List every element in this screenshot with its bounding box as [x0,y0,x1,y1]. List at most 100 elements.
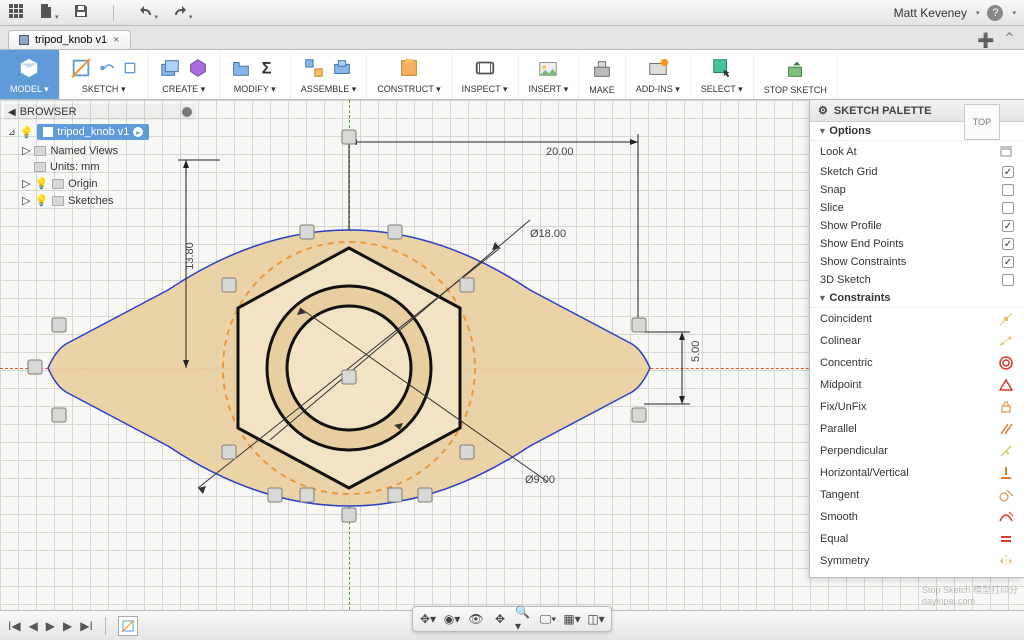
document-tab[interactable]: tripod_knob v1 × [8,30,131,49]
lock-icon [998,399,1014,415]
constraint-smooth[interactable]: Smooth [810,506,1024,528]
smo-icon [998,509,1014,525]
ribbon-insert[interactable]: INSERT ▾ [519,50,580,99]
palette-option-show-profile[interactable]: Show Profile✓ [810,217,1024,235]
ribbon-make[interactable]: MAKE [579,50,626,99]
lookat-icon [998,144,1014,160]
dim-side[interactable]: 5.00 [690,341,702,362]
close-tab-icon[interactable]: × [113,34,119,46]
tl-feature-sketch-icon[interactable] [118,616,138,636]
checkbox-icon[interactable] [1002,274,1014,286]
expand-tabs-icon[interactable]: ➕ [977,32,994,49]
dim-dia-hex[interactable]: Ø18.00 [530,228,566,240]
system-menu-bar: ▾ ▾ ▾ Matt Keveney▾ ?▾ [0,0,1024,26]
tl-next-icon[interactable]: ▶ [63,619,72,633]
ribbon-create[interactable]: CREATE ▾ [149,50,220,99]
mid-icon [998,377,1014,393]
orbit-icon[interactable]: ◉▾ [443,610,461,628]
palette-option-slice[interactable]: Slice [810,199,1024,217]
ribbon-construct[interactable]: CONSTRUCT ▾ [367,50,451,99]
ribbon-modify[interactable]: Σ MODIFY ▾ [220,50,291,99]
par-icon [998,421,1014,437]
constraint-fix-unfix[interactable]: Fix/UnFix [810,396,1024,418]
sketch-palette: ⚙ SKETCH PALETTE Options Look AtSketch G… [809,100,1024,578]
lookat-icon[interactable]: 👁 [467,610,485,628]
grid-menu-icon[interactable] [8,3,24,22]
constraint-equal[interactable]: Equal [810,528,1024,550]
constraint-midpoint[interactable]: Midpoint [810,374,1024,396]
palette-constraints-header[interactable]: Constraints [810,289,1024,308]
browser-origin[interactable]: ▷💡Origin [4,175,196,192]
ribbon-sketch[interactable]: SKETCH ▾ [60,50,149,99]
ribbon-inspect[interactable]: INSPECT ▾ [452,50,519,99]
display-icon[interactable]: 🖵▾ [539,610,557,628]
coli-icon [998,333,1014,349]
nav-toolbar: ✥▾ ◉▾ 👁 ✥ 🔍▾ 🖵▾ ▦▾ ◫▾ [412,606,612,632]
palette-option-sketch-grid[interactable]: Sketch Grid✓ [810,163,1024,181]
constraint-colinear[interactable]: Colinear [810,330,1024,352]
sym-icon [998,553,1014,569]
eq-icon [998,531,1014,547]
tan-icon [998,487,1014,503]
viewports-icon[interactable]: ◫▾ [587,610,605,628]
tabbar-up-icon[interactable]: ⌃ [1003,29,1016,49]
constraint-concentric[interactable]: Concentric [810,352,1024,374]
browser-panel: ◀ BROWSER ⊿💡 tripod_knob v1▸ ▷Named View… [0,100,200,213]
palette-option-show-constraints[interactable]: Show Constraints✓ [810,253,1024,271]
checkbox-icon[interactable] [1002,202,1014,214]
ribbon-toolbar: MODEL ▾ SKETCH ▾ CREATE ▾ Σ MODIFY ▾ ASS… [0,50,1024,100]
palette-option-look-at[interactable]: Look At [810,141,1024,163]
redo-icon[interactable]: ▾ [172,3,193,22]
browser-named-views[interactable]: ▷Named Views [4,142,196,159]
hv-icon [998,465,1014,481]
browser-sketches[interactable]: ▷💡Sketches [4,192,196,209]
ribbon-assemble[interactable]: ASSEMBLE ▾ [291,50,368,99]
coin-icon [998,311,1014,327]
view-cube[interactable]: TOP [964,104,1000,140]
checkbox-icon[interactable]: ✓ [1002,220,1014,232]
ribbon-addins[interactable]: ADD-INS ▾ [626,50,691,99]
zoom-icon[interactable]: 🔍▾ [515,610,533,628]
grid-view-icon[interactable]: ▦▾ [563,610,581,628]
conc-icon [998,355,1014,371]
gear-icon: ⚙ [818,104,828,117]
document-tab-bar: tripod_knob v1 × ➕ ⌃ [0,26,1024,50]
home-view-icon[interactable]: ✥▾ [419,610,437,628]
tl-last-icon[interactable]: ▶I [80,619,93,633]
ribbon-stop-sketch[interactable]: STOP SKETCH [754,50,838,99]
undo-icon[interactable]: ▾ [138,3,159,22]
checkbox-icon[interactable]: ✓ [1002,166,1014,178]
tl-first-icon[interactable]: I◀ [8,619,21,633]
constraint-symmetry[interactable]: Symmetry [810,550,1024,572]
user-name[interactable]: Matt Keveney [894,6,967,20]
constraint-horizontal-vertical[interactable]: Horizontal/Vertical [810,462,1024,484]
tl-play-icon[interactable]: ▶ [46,619,55,633]
cube-icon [19,35,29,45]
tl-prev-icon[interactable]: ◀ [29,619,38,633]
pan-icon[interactable]: ✥ [491,610,509,628]
checkbox-icon[interactable]: ✓ [1002,238,1014,250]
browser-units[interactable]: Units: mm [4,159,196,175]
dim-dia-circ[interactable]: Ø9.00 [525,474,555,486]
palette-option-snap[interactable]: Snap [810,181,1024,199]
browser-root[interactable]: ⊿💡 tripod_knob v1▸ [4,122,196,142]
constraint-perpendicular[interactable]: Perpendicular [810,440,1024,462]
perp-icon [998,443,1014,459]
ribbon-model[interactable]: MODEL ▾ [0,50,60,99]
ribbon-select[interactable]: SELECT ▾ [691,50,754,99]
dim-width[interactable]: 20.00 [546,146,574,158]
constraint-parallel[interactable]: Parallel [810,418,1024,440]
constraint-tangent[interactable]: Tangent [810,484,1024,506]
file-menu-icon[interactable]: ▾ [38,3,59,22]
save-icon[interactable] [73,3,89,22]
dim-height[interactable]: 13.80 [184,242,196,270]
watermark: Stop Sketch 模型打印分 dayinpai.com [922,583,1018,606]
palette-option-show-end-points[interactable]: Show End Points✓ [810,235,1024,253]
browser-toggle-icon[interactable] [182,107,192,117]
checkbox-icon[interactable] [1002,184,1014,196]
palette-option--d-sketch[interactable]: 3D Sketch [810,271,1024,289]
checkbox-icon[interactable]: ✓ [1002,256,1014,268]
help-icon[interactable]: ? [987,5,1003,21]
browser-header[interactable]: ◀ BROWSER [4,104,196,120]
constraint-coincident[interactable]: Coincident [810,308,1024,330]
